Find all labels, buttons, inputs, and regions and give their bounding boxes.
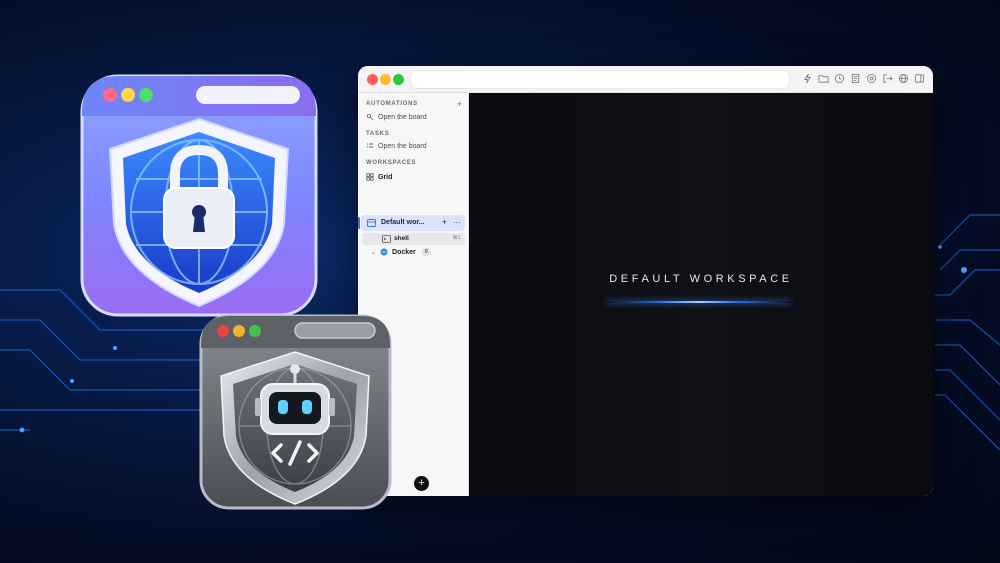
logout-icon[interactable] [882,73,893,84]
bolt-icon[interactable] [802,73,813,84]
default-workspace-item[interactable]: Default wor... + ··· [358,215,465,231]
workspace-icon [367,219,376,227]
agent-app-icon [199,314,392,510]
workspace-title: DEFAULT WORKSPACE [609,273,793,285]
automations-open-board-link[interactable]: Open the board [366,113,427,121]
docker-count-badge: 0 [421,248,431,256]
settings-icon[interactable] [866,73,877,84]
automation-icon [366,113,374,121]
glow-divider [606,301,791,303]
add-tab-button[interactable]: + [442,217,447,227]
default-workspace-label: Default wor... [381,219,425,226]
grid-item[interactable]: Grid [366,173,392,181]
security-app-icon [80,74,318,317]
globe-icon[interactable] [898,73,909,84]
shell-item[interactable]: shell ⌘1 [362,233,465,245]
selection-indicator [358,217,360,229]
toolbar [802,73,925,84]
chevron-down-icon[interactable]: ⌄ [371,249,376,256]
minimize-window-button[interactable] [380,74,391,85]
tasks-header: TASKS [366,131,390,137]
tasks-icon [367,143,373,148]
shell-shortcut: ⌘1 [452,235,461,241]
docker-icon [380,248,388,256]
title-bar [358,66,933,93]
clock-icon[interactable] [834,73,845,84]
automations-header: AUTOMATIONS [366,101,418,107]
grid-icon [366,173,374,181]
workspace-more-button[interactable]: ··· [453,218,461,227]
app-window: AUTOMATIONS + Open the board TASKS Open … [358,66,933,496]
grid-label: Grid [378,173,393,181]
zoom-window-button[interactable] [393,74,404,85]
automations-open-board-label: Open the board [378,113,427,121]
tasks-open-board-label: Open the board [378,142,427,150]
tasks-open-board-link[interactable]: Open the board [366,142,427,150]
add-automation-button[interactable]: + [457,100,462,109]
panel-icon[interactable] [914,73,925,84]
address-field[interactable] [410,70,790,89]
terminal-area[interactable]: DEFAULT WORKSPACE [469,93,933,496]
workspaces-header: WORKSPACES [366,160,417,166]
docker-item[interactable]: ⌄ Docker 0 [371,248,431,256]
terminal-icon [382,235,391,243]
document-icon[interactable] [850,73,861,84]
docker-label: Docker [392,248,416,256]
add-workspace-button[interactable]: + [414,476,429,491]
shell-label: shell [394,235,409,242]
close-window-button[interactable] [367,74,378,85]
folder-icon[interactable] [818,73,829,84]
